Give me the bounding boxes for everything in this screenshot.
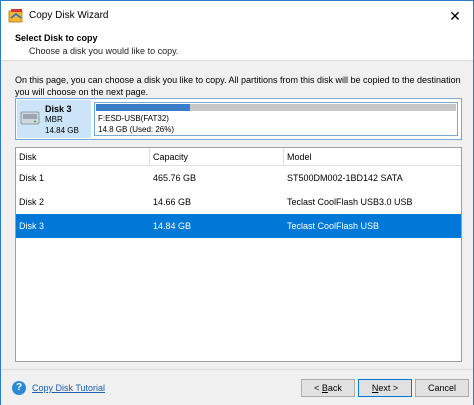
partition-label: F:ESD-USB(FAT32) [98,114,169,123]
step-subtitle: Choose a disk you would like to copy. [29,46,179,56]
page-description: On this page, you can choose a disk you … [15,75,461,97]
partition-usage-fill [96,104,190,111]
disk-type: MBR [45,115,63,124]
close-icon: ✕ [449,7,461,24]
close-button[interactable]: ✕ [437,1,473,31]
question-mark-icon[interactable]: ? [12,381,26,395]
partition-block[interactable]: F:ESD-USB(FAT32) 14.8 GB (Used: 26%) [94,102,458,136]
capacity-cell: 465.76 GB [153,173,197,183]
disk-name: Disk 3 [45,104,72,114]
disk-size: 14.84 GB [45,126,79,135]
cancel-button[interactable]: Cancel [415,379,469,397]
column-header-model[interactable]: Model [284,148,461,166]
model-cell: Teclast CoolFlash USB3.0 USB [287,197,413,207]
model-cell: ST500DM002-1BD142 SATA [287,173,403,183]
selected-disk-map[interactable]: Disk 3 MBR 14.84 GB F:ESD-USB(FAT32) 14.… [15,98,462,140]
app-icon [8,9,23,23]
disk-list-table[interactable]: Disk Capacity Model Disk 1 465.76 GB ST5… [15,147,462,362]
table-row[interactable]: Disk 2 14.66 GB Teclast CoolFlash USB3.0… [16,190,461,214]
copy-disk-wizard-window: Copy Disk Wizard ✕ Select Disk to copy C… [0,0,474,405]
next-button-rest: ext > [378,383,399,393]
back-button[interactable]: < Back [301,379,355,397]
back-button-rest: ack [327,383,342,393]
disk-cell: Disk 3 [19,221,45,231]
table-header: Disk Capacity Model [16,148,461,166]
table-row-selected[interactable]: Disk 3 14.84 GB Teclast CoolFlash USB [16,214,461,238]
capacity-cell: 14.66 GB [153,197,192,207]
model-cell: Teclast CoolFlash USB [287,221,380,231]
window-title: Copy Disk Wizard [29,10,109,21]
column-header-disk[interactable]: Disk [16,148,150,166]
copy-disk-tutorial-link[interactable]: Copy Disk Tutorial [32,383,105,393]
column-header-capacity[interactable]: Capacity [150,148,284,166]
table-row[interactable]: Disk 1 465.76 GB ST500DM002-1BD142 SATA [16,166,461,190]
disk-cell: Disk 1 [19,173,45,183]
disk-info-block[interactable]: Disk 3 MBR 14.84 GB [17,100,91,138]
next-button[interactable]: Next > [358,379,412,397]
title-bar: Copy Disk Wizard ✕ [1,1,473,31]
step-title: Select Disk to copy [15,33,98,43]
disk-cell: Disk 2 [19,197,45,207]
wizard-footer: ? Copy Disk Tutorial < Back Next > Cance… [1,369,473,405]
partition-usage-bar [96,104,456,111]
back-button-prefix: < [314,383,322,393]
wizard-header: Select Disk to copy Choose a disk you wo… [1,31,473,61]
partition-usage-text: 14.8 GB (Used: 26%) [98,125,175,134]
hard-disk-icon [20,111,40,125]
capacity-cell: 14.84 GB [153,221,192,231]
